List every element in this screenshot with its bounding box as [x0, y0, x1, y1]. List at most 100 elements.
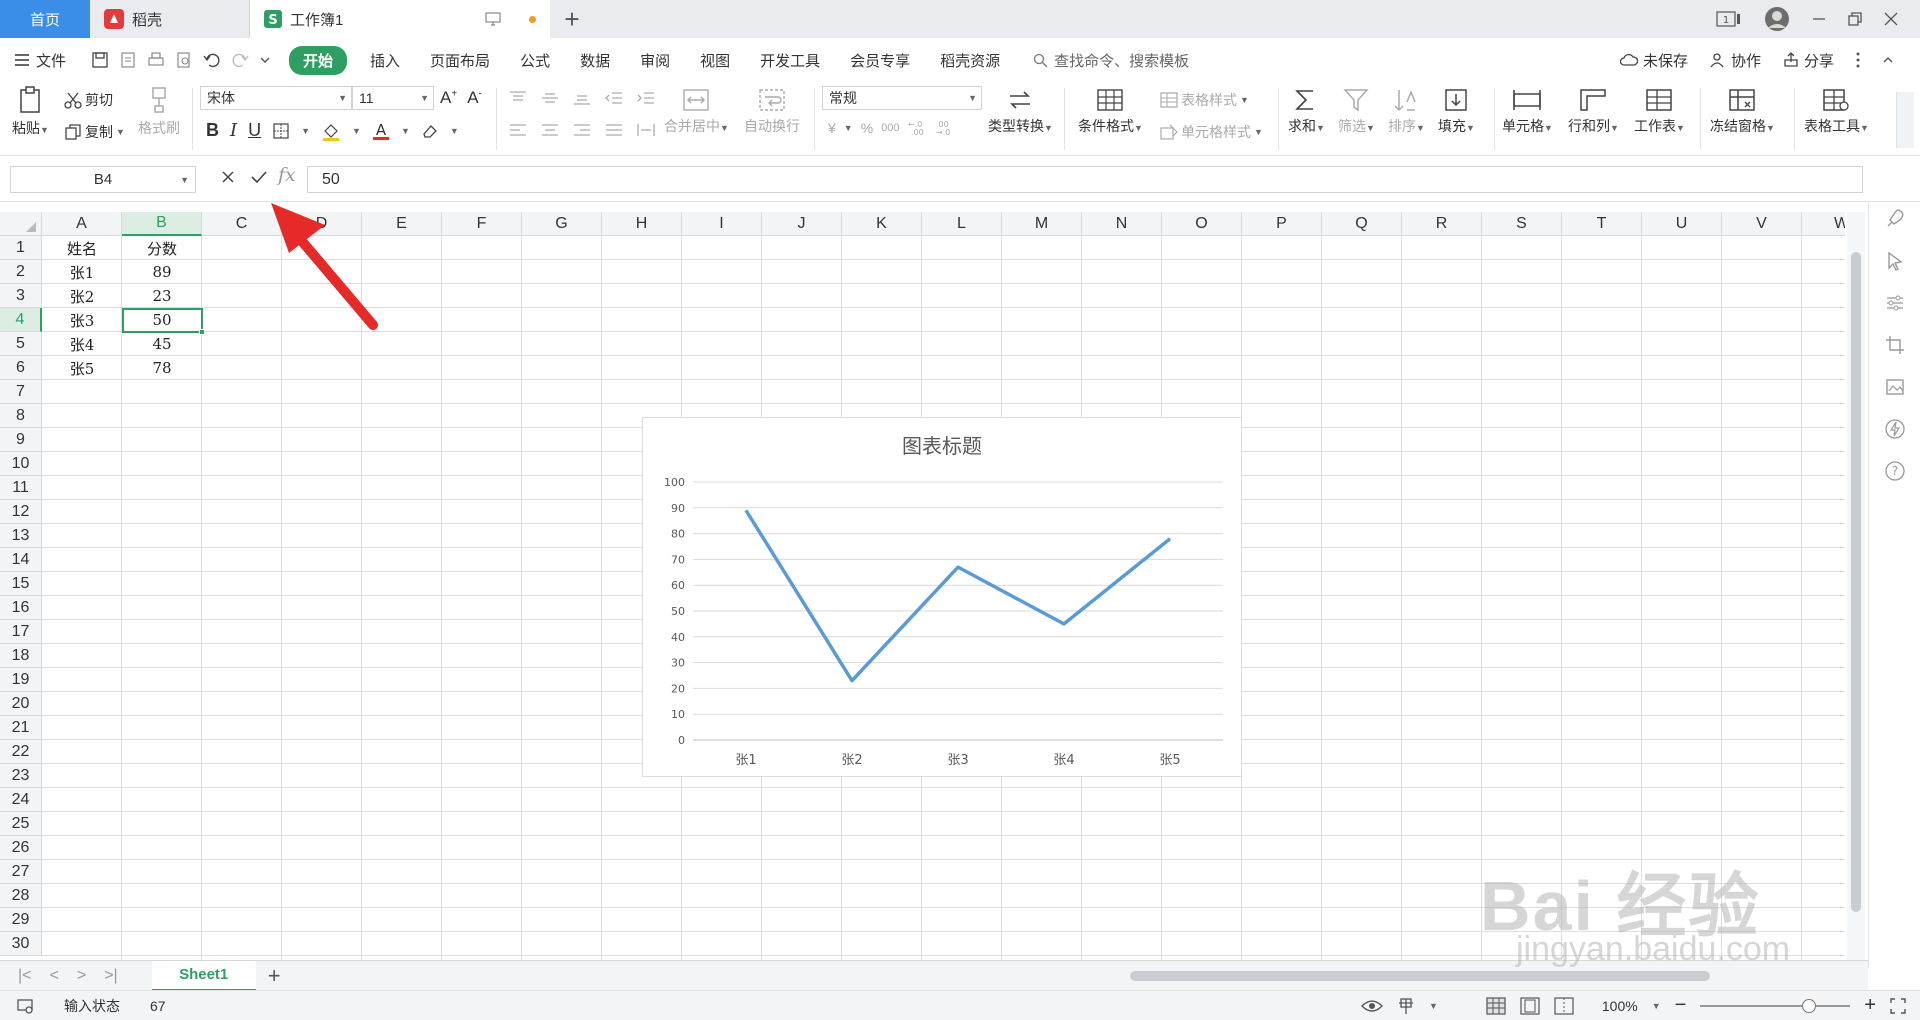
ribbon-scroll-right[interactable] — [1896, 92, 1914, 148]
help-icon[interactable]: ? — [1884, 460, 1906, 482]
align-bottom-icon[interactable] — [572, 90, 592, 106]
vertical-scrollbar[interactable] — [1847, 212, 1865, 960]
row-header-28[interactable]: 28 — [0, 884, 42, 908]
chart-series-line[interactable] — [744, 509, 1172, 683]
column-header-o[interactable]: O — [1162, 212, 1242, 236]
format-painter-button[interactable]: 格式刷 — [138, 86, 180, 138]
quick-access-dropdown-icon[interactable] — [259, 54, 271, 66]
export-pdf-icon[interactable] — [119, 51, 137, 69]
row-header-30[interactable]: 30 — [0, 932, 42, 956]
freeze-panes-button[interactable]: 冻结窗格▼ — [1710, 88, 1775, 136]
hamburger-icon[interactable] — [14, 53, 30, 67]
table-cell[interactable]: 张4 — [42, 332, 122, 356]
menu-tab-formulas[interactable]: 公式 — [505, 50, 565, 71]
wrap-text-button[interactable]: 自动换行 — [744, 88, 800, 136]
underline-icon[interactable]: U — [248, 120, 261, 141]
next-sheet-icon[interactable]: > — [77, 967, 86, 985]
column-header-k[interactable]: K — [842, 212, 922, 236]
zoom-slider-knob[interactable] — [1802, 998, 1817, 1013]
column-header-q[interactable]: Q — [1322, 212, 1402, 236]
row-header-25[interactable]: 25 — [0, 812, 42, 836]
row-header-2[interactable]: 2 — [0, 260, 42, 284]
page-layout-view-icon[interactable] — [1520, 996, 1540, 1015]
last-sheet-icon[interactable]: >| — [104, 967, 118, 985]
column-header-i[interactable]: I — [682, 212, 762, 236]
menu-tab-home[interactable]: 开始 — [289, 45, 348, 75]
menu-tab-developer[interactable]: 开发工具 — [745, 50, 835, 71]
cell-button[interactable]: 单元格▼ — [1502, 88, 1553, 136]
row-header-18[interactable]: 18 — [0, 644, 42, 668]
zoom-slider[interactable] — [1700, 998, 1851, 1013]
row-header-26[interactable]: 26 — [0, 836, 42, 860]
page-break-view-icon[interactable] — [1554, 996, 1574, 1015]
paste-button[interactable]: 粘贴▼ — [12, 86, 49, 138]
row-header-21[interactable]: 21 — [0, 716, 42, 740]
row-header-11[interactable]: 11 — [0, 476, 42, 500]
table-cell[interactable]: 45 — [122, 332, 202, 356]
chart-data-point[interactable] — [745, 509, 747, 511]
table-cell[interactable]: 张3 — [42, 308, 122, 332]
add-sheet-button[interactable]: + — [268, 963, 281, 989]
sheet-tab-sheet1[interactable]: Sheet1 — [151, 960, 256, 991]
monitor-icon[interactable] — [485, 12, 501, 26]
menu-tab-insert[interactable]: 插入 — [355, 50, 415, 71]
table-cell[interactable]: 78 — [122, 356, 202, 380]
align-left-icon[interactable] — [508, 122, 528, 138]
row-header-17[interactable]: 17 — [0, 620, 42, 644]
align-middle-icon[interactable] — [540, 90, 560, 106]
distributed-icon[interactable] — [636, 122, 656, 138]
zoom-out-icon[interactable]: − — [1675, 994, 1687, 1017]
sum-button[interactable]: 求和▼ — [1288, 88, 1325, 136]
align-center-icon[interactable] — [540, 122, 560, 138]
tab-workbook[interactable]: S 工作簿1 — [250, 0, 550, 38]
percent-icon[interactable]: % — [861, 120, 873, 136]
shrink-font-icon[interactable]: A- — [467, 88, 482, 108]
column-header-u[interactable]: U — [1642, 212, 1722, 236]
collab-button[interactable]: 协作 — [1710, 50, 1761, 71]
font-color-icon[interactable]: A — [372, 121, 390, 141]
new-tab-button[interactable]: + — [550, 0, 594, 38]
tab-home[interactable]: 首页 — [0, 0, 90, 38]
image-settings-icon[interactable] — [1884, 376, 1906, 398]
column-header-v[interactable]: V — [1722, 212, 1802, 236]
print-preview-icon[interactable] — [175, 51, 193, 69]
redo-icon[interactable] — [231, 51, 249, 69]
collapse-ribbon-icon[interactable] — [1882, 54, 1894, 66]
row-header-8[interactable]: 8 — [0, 404, 42, 428]
chart-data-point[interactable] — [1063, 623, 1065, 625]
row-header-6[interactable]: 6 — [0, 356, 42, 380]
unsaved-button[interactable]: 未保存 — [1619, 50, 1688, 71]
column-header-f[interactable]: F — [442, 212, 522, 236]
row-header-5[interactable]: 5 — [0, 332, 42, 356]
prev-sheet-icon[interactable]: < — [50, 967, 59, 985]
zoom-in-icon[interactable]: + — [1864, 994, 1876, 1017]
table-cell[interactable]: 89 — [122, 260, 202, 284]
column-header-n[interactable]: N — [1082, 212, 1162, 236]
row-header-7[interactable]: 7 — [0, 380, 42, 404]
save-icon[interactable] — [91, 51, 109, 69]
more-options-icon[interactable] — [1856, 52, 1860, 68]
row-header-4[interactable]: 4 — [0, 308, 42, 332]
filter-button[interactable]: 筛选▼ — [1338, 88, 1375, 136]
indent-increase-icon[interactable] — [636, 90, 656, 106]
increase-decimal-icon[interactable]: ←.0.00 — [908, 120, 928, 136]
column-header-m[interactable]: M — [1002, 212, 1082, 236]
first-sheet-icon[interactable]: |< — [18, 967, 32, 985]
confirm-formula-icon[interactable] — [250, 169, 268, 185]
table-cell[interactable]: 50 — [122, 308, 202, 332]
eye-protection-icon[interactable] — [1361, 998, 1383, 1014]
grow-font-icon[interactable]: A+ — [440, 88, 457, 108]
chart-data-point[interactable] — [1169, 538, 1171, 540]
decrease-decimal-icon[interactable]: .00 →.0 — [936, 120, 956, 136]
row-header-24[interactable]: 24 — [0, 788, 42, 812]
fullscreen-icon[interactable] — [1890, 997, 1906, 1014]
table-cell[interactable]: 张2 — [42, 284, 122, 308]
input-method-icon[interactable] — [1397, 997, 1415, 1015]
vertical-scroll-thumb[interactable] — [1851, 252, 1861, 912]
row-header-10[interactable]: 10 — [0, 452, 42, 476]
sliders-icon[interactable] — [1884, 292, 1906, 314]
window-count-icon[interactable]: 1 — [1716, 10, 1742, 28]
chart-data-point[interactable] — [957, 566, 959, 568]
column-header-t[interactable]: T — [1562, 212, 1642, 236]
menu-tab-data[interactable]: 数据 — [565, 50, 625, 71]
